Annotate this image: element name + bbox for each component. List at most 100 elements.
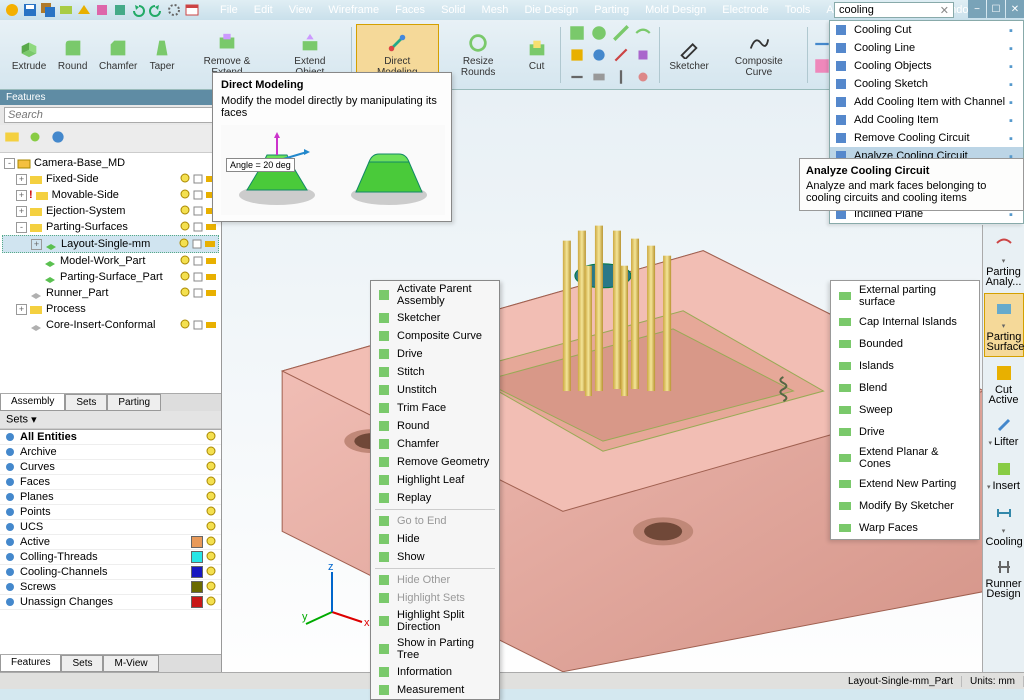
set-row[interactable]: All Entities [0, 430, 221, 445]
small-tool-icon[interactable] [568, 68, 586, 86]
extrude-button[interactable]: Extrude [6, 24, 52, 86]
sheet-icon[interactable] [192, 271, 204, 283]
bulb-icon[interactable] [179, 205, 191, 217]
set-row[interactable]: Screws [0, 580, 221, 595]
undo-icon[interactable] [130, 2, 146, 18]
search-result-item[interactable]: Cooling Line▪ [830, 39, 1023, 57]
layer-icon[interactable] [205, 271, 217, 283]
context-menu[interactable]: Activate Parent AssemblySketcherComposit… [370, 280, 500, 700]
bulb-icon[interactable] [179, 287, 191, 299]
set-row[interactable]: Points [0, 505, 221, 520]
sheet-icon[interactable] [192, 189, 204, 201]
flyout-item[interactable]: Islands [831, 355, 979, 377]
sets-list[interactable]: All EntitiesArchiveCurvesFacesPlanesPoin… [0, 429, 221, 654]
cut-button[interactable]: Cut [518, 24, 556, 86]
right-panel-item[interactable]: ▾ Cooling [984, 499, 1024, 551]
pin-icon[interactable]: ▪ [1009, 25, 1019, 35]
qat-icon[interactable] [58, 2, 74, 18]
right-panel-item[interactable]: ▾ Parting Surfaces [984, 293, 1024, 357]
bulb-icon[interactable] [179, 221, 191, 233]
set-row[interactable]: Faces [0, 475, 221, 490]
small-tool-icon[interactable] [612, 24, 630, 42]
bulb-icon[interactable] [205, 551, 217, 563]
pin-icon[interactable]: ▪ [1009, 61, 1019, 71]
set-row[interactable]: Colling-Threads [0, 550, 221, 565]
filter-icon[interactable]: ▾ [31, 413, 37, 426]
layer-icon[interactable] [205, 319, 217, 331]
sheet-icon[interactable] [192, 221, 204, 233]
ctx-item[interactable]: Stitch [371, 363, 499, 381]
feature-tree[interactable]: -Camera-Base_MD+Fixed-Side+!Movable-Side… [0, 153, 221, 393]
ctx-item[interactable]: Chamfer [371, 435, 499, 453]
maximize-button[interactable]: ☐ [987, 0, 1005, 18]
tree-item[interactable]: +Process [2, 301, 219, 317]
set-row[interactable]: UCS [0, 520, 221, 535]
layer-icon[interactable] [205, 287, 217, 299]
command-search[interactable]: ✕ [834, 2, 954, 18]
flyout-item[interactable]: Extend Planar & Cones [831, 443, 979, 473]
sheet-icon[interactable] [191, 238, 203, 250]
bulb-icon[interactable] [179, 189, 191, 201]
pin-icon[interactable]: ▪ [1009, 79, 1019, 89]
right-panel-item[interactable]: Cut Active [984, 359, 1024, 409]
flyout-item[interactable]: Bounded [831, 333, 979, 355]
expand-toggle[interactable]: + [16, 304, 27, 315]
small-tool-icon[interactable] [590, 46, 608, 64]
bulb-icon[interactable] [205, 581, 217, 593]
expand-toggle[interactable]: - [4, 158, 15, 169]
tab-sets-bottom[interactable]: Sets [61, 655, 103, 672]
menu-molddesign[interactable]: Mold Design [637, 2, 714, 18]
ctx-item[interactable]: Activate Parent Assembly [371, 281, 499, 309]
ctx-item[interactable]: Highlight Split Direction [371, 607, 499, 635]
set-row[interactable]: Unassign Changes [0, 595, 221, 610]
expand-toggle[interactable]: + [16, 174, 27, 185]
expand-toggle[interactable]: + [16, 190, 27, 201]
sheet-icon[interactable] [192, 173, 204, 185]
ctx-item[interactable]: Trim Face [371, 399, 499, 417]
bulb-icon[interactable] [179, 255, 191, 267]
bulb-icon[interactable] [205, 461, 217, 473]
window-icon[interactable] [184, 2, 200, 18]
save-icon[interactable] [22, 2, 38, 18]
bulb-icon[interactable] [178, 238, 190, 250]
small-tool-icon[interactable] [612, 68, 630, 86]
tab-assembly[interactable]: Assembly [0, 394, 65, 411]
set-row[interactable]: Cooling-Channels [0, 565, 221, 580]
layer-icon[interactable] [205, 221, 217, 233]
color-swatch[interactable] [191, 551, 203, 563]
ctx-item[interactable]: Replay [371, 489, 499, 507]
small-tool-icon[interactable] [590, 24, 608, 42]
tree-item[interactable]: +Fixed-Side [2, 171, 219, 187]
redo-icon[interactable] [148, 2, 164, 18]
sheet-icon[interactable] [192, 319, 204, 331]
tree-item[interactable]: +Ejection-System [2, 203, 219, 219]
ctx-item[interactable]: Highlight Leaf [371, 471, 499, 489]
search-result-item[interactable]: Cooling Objects▪ [830, 57, 1023, 75]
settings-icon[interactable] [166, 2, 182, 18]
tree-item[interactable]: +!Movable-Side [2, 187, 219, 203]
menu-mesh[interactable]: Mesh [474, 2, 517, 18]
bulb-icon[interactable] [205, 476, 217, 488]
layer-icon[interactable] [204, 238, 216, 250]
tree-item[interactable]: Runner_Part [2, 285, 219, 301]
search-result-item[interactable]: Cooling Cut▪ [830, 21, 1023, 39]
menu-tools[interactable]: Tools [777, 2, 819, 18]
tab-sets[interactable]: Sets [65, 394, 107, 411]
search-input[interactable] [839, 4, 929, 16]
sheet-icon[interactable] [192, 205, 204, 217]
menu-faces[interactable]: Faces [387, 2, 433, 18]
bulb-icon[interactable] [205, 521, 217, 533]
right-panel-item[interactable]: ▾ Lifter [984, 411, 1024, 453]
qat-icon[interactable] [112, 2, 128, 18]
expand-toggle[interactable]: + [31, 239, 42, 250]
small-tool-icon[interactable] [634, 24, 652, 42]
flyout-item[interactable]: Drive [831, 421, 979, 443]
menu-edit[interactable]: Edit [246, 2, 281, 18]
bulb-icon[interactable] [179, 319, 191, 331]
ctx-item[interactable]: Show in Parting Tree [371, 635, 499, 663]
pin-icon[interactable]: ▪ [1009, 115, 1019, 125]
pin-icon[interactable]: ▪ [1009, 133, 1019, 143]
ctx-item[interactable]: Show [371, 548, 499, 566]
bulb-icon[interactable] [205, 566, 217, 578]
tree-item[interactable]: +Layout-Single-mm [2, 235, 219, 253]
